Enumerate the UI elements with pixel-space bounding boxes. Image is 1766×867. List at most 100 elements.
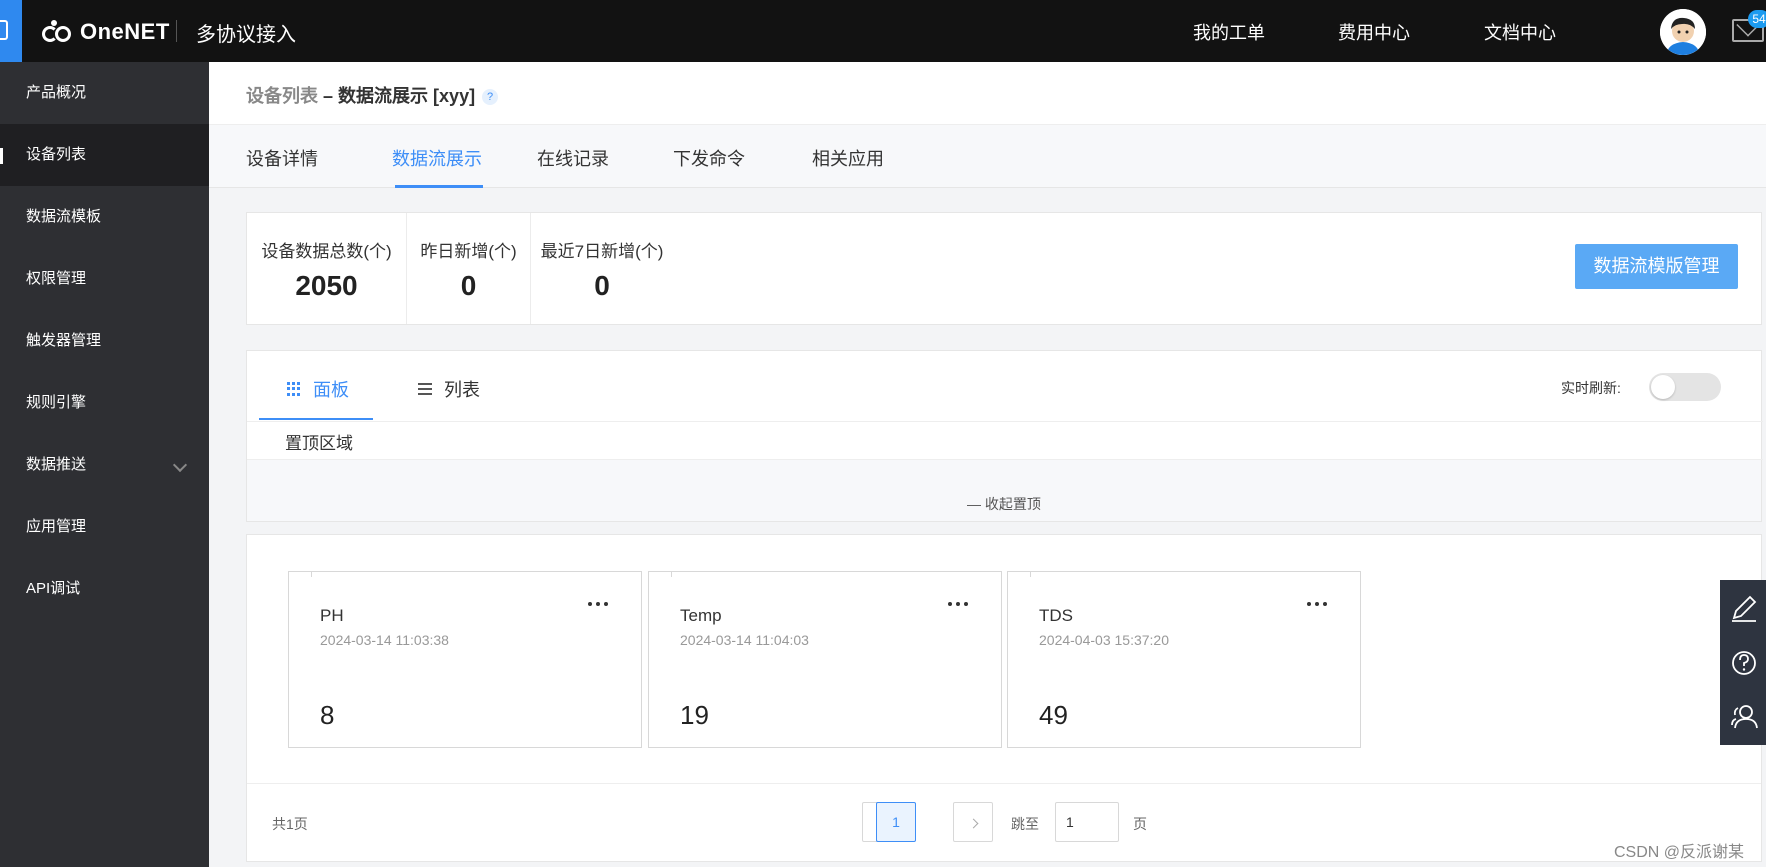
page-1-button[interactable]: 1 xyxy=(876,802,916,842)
active-view-underline xyxy=(259,418,373,420)
realtime-refresh-label: 实时刷新: xyxy=(1561,380,1621,396)
total-pages: 共1页 xyxy=(272,816,308,832)
logo-icon xyxy=(42,20,78,44)
jump-label: 跳至 xyxy=(1011,816,1039,832)
onenet-logo[interactable]: OneNET xyxy=(42,19,170,45)
datastream-card[interactable]: PH 2024-03-14 11:03:38 8 xyxy=(288,571,642,748)
sidebar-item-apps[interactable]: 应用管理 xyxy=(0,496,209,558)
nav-billing[interactable]: 费用中心 xyxy=(1338,19,1410,45)
stat-value: 2050 xyxy=(295,270,358,301)
active-indicator xyxy=(0,148,3,164)
next-page-button[interactable] xyxy=(953,802,993,842)
card-time: 2024-04-03 15:37:20 xyxy=(1039,632,1169,648)
toggle-knob xyxy=(1651,375,1675,399)
breadcrumb-bar: 设备列表 – 数据流展示 [xyy] ? xyxy=(209,62,1766,125)
datastream-card[interactable]: TDS 2024-04-03 15:37:20 49 xyxy=(1007,571,1361,748)
card-value: 8 xyxy=(320,700,335,730)
collapse-pinned-button[interactable]: — 收起置顶 xyxy=(247,494,1761,514)
sidebar-item-api-debug[interactable]: API调试 xyxy=(0,558,209,620)
tab-datastream[interactable]: 数据流展示 xyxy=(392,145,482,171)
users-icon xyxy=(1731,705,1758,729)
sidebar-item-label: 数据推送 xyxy=(26,456,87,473)
sidebar-item-permissions[interactable]: 权限管理 xyxy=(0,248,209,310)
top-bar: OneNET 多协议接入 我的工单 费用中心 文档中心 54 xyxy=(0,0,1766,62)
floating-toolbar xyxy=(1720,580,1766,745)
pinned-area: — 收起置顶 xyxy=(247,460,1761,521)
sidebar-item-overview[interactable]: 产品概况 xyxy=(0,62,209,124)
breadcrumb-parent[interactable]: 设备列表 xyxy=(246,86,318,106)
stat-label: 昨日新增(个) xyxy=(420,242,517,261)
sidebar-item-label: 设备列表 xyxy=(26,146,87,163)
app-title: 多协议接入 xyxy=(196,24,296,46)
divider xyxy=(247,421,1763,422)
tab-board-label: 面板 xyxy=(313,380,349,400)
card-time: 2024-03-14 11:04:03 xyxy=(680,632,809,648)
question-icon xyxy=(1732,651,1756,675)
stat-yesterday: 昨日新增(个) 0 xyxy=(407,213,530,324)
list-icon xyxy=(418,383,432,395)
nav-docs[interactable]: 文档中心 xyxy=(1484,19,1556,45)
template-manage-button[interactable]: 数据流模版管理 xyxy=(1575,244,1738,289)
stat-label: 设备数据总数(个) xyxy=(261,242,392,261)
watermark: CSDN @反派谢某 xyxy=(1614,844,1745,861)
tab-device-details[interactable]: 设备详情 xyxy=(246,145,318,171)
stat-label: 最近7日新增(个) xyxy=(540,242,664,261)
menu-icon xyxy=(0,20,8,40)
sidebar-item-rules[interactable]: 规则引擎 xyxy=(0,372,209,434)
active-tab-underline xyxy=(395,185,483,188)
logo-text: OneNET xyxy=(80,19,170,44)
card-time: 2024-03-14 11:03:38 xyxy=(320,632,449,648)
sidebar: 产品概况 设备列表 数据流模板 权限管理 触发器管理 规则引擎 数据推送 应用管… xyxy=(0,62,209,867)
page-unit-label: 页 xyxy=(1133,816,1147,832)
view-panel: 面板 列表 实时刷新: 置顶区域 — 收起置顶 xyxy=(246,350,1763,522)
menu-toggle[interactable] xyxy=(0,0,22,62)
card-name: Temp xyxy=(680,606,722,625)
card-name: TDS xyxy=(1039,606,1073,625)
sidebar-item-devices[interactable]: 设备列表 xyxy=(0,124,209,186)
stat-value: 0 xyxy=(460,270,477,301)
feedback-button[interactable] xyxy=(1720,582,1766,636)
stat-value: 0 xyxy=(594,270,610,301)
card-notch xyxy=(288,571,312,577)
more-icon[interactable] xyxy=(588,602,608,606)
tab-list-label: 列表 xyxy=(444,380,480,400)
help-icon[interactable]: ? xyxy=(482,89,499,106)
nav-tickets[interactable]: 我的工单 xyxy=(1193,19,1265,45)
tab-send-command[interactable]: 下发命令 xyxy=(673,145,745,171)
edit-icon xyxy=(1732,595,1757,622)
jump-page-input[interactable]: 1 xyxy=(1055,802,1119,842)
sidebar-item-datastream-template[interactable]: 数据流模板 xyxy=(0,186,209,248)
card-value: 19 xyxy=(680,700,709,730)
breadcrumb: 设备列表 – 数据流展示 [xyy] ? xyxy=(246,82,499,108)
more-icon[interactable] xyxy=(948,602,968,606)
pinned-area-title: 置顶区域 xyxy=(285,434,353,453)
grid-icon xyxy=(287,382,301,396)
mail-badge: 54 xyxy=(1748,10,1766,28)
realtime-refresh-toggle[interactable] xyxy=(1649,373,1721,401)
card-value: 49 xyxy=(1039,700,1068,730)
breadcrumb-current: 数据流展示 [xyy] xyxy=(338,86,476,106)
more-icon[interactable] xyxy=(1307,602,1327,606)
stats-panel: 设备数据总数(个) 2050 昨日新增(个) 0 最近7日新增(个) 0 数据流… xyxy=(246,212,1762,325)
divider xyxy=(247,783,1761,784)
card-name: PH xyxy=(320,606,344,625)
datastream-card[interactable]: Temp 2024-03-14 11:04:03 19 xyxy=(648,571,1002,748)
card-notch xyxy=(648,571,672,577)
device-tabs: 设备详情 数据流展示 在线记录 下发命令 相关应用 xyxy=(209,125,1766,188)
tab-online-records[interactable]: 在线记录 xyxy=(537,145,609,171)
sidebar-item-data-push[interactable]: 数据推送 xyxy=(0,434,209,496)
user-avatar[interactable] xyxy=(1660,9,1706,55)
tab-board[interactable]: 面板 xyxy=(287,376,349,402)
breadcrumb-separator: – xyxy=(323,86,334,106)
help-button[interactable] xyxy=(1720,636,1766,690)
tab-related-apps[interactable]: 相关应用 xyxy=(812,145,884,171)
chevron-down-icon xyxy=(172,457,188,473)
customer-service-button[interactable] xyxy=(1720,690,1766,744)
stat-last-7-days: 最近7日新增(个) 0 xyxy=(531,213,673,324)
sidebar-item-triggers[interactable]: 触发器管理 xyxy=(0,310,209,372)
stat-total: 设备数据总数(个) 2050 xyxy=(247,213,406,324)
card-notch xyxy=(1007,571,1031,577)
tab-list[interactable]: 列表 xyxy=(418,376,480,402)
datastream-cards: PH 2024-03-14 11:03:38 8 Temp 2024-03-14… xyxy=(246,534,1762,862)
chevron-right-icon xyxy=(968,818,978,829)
